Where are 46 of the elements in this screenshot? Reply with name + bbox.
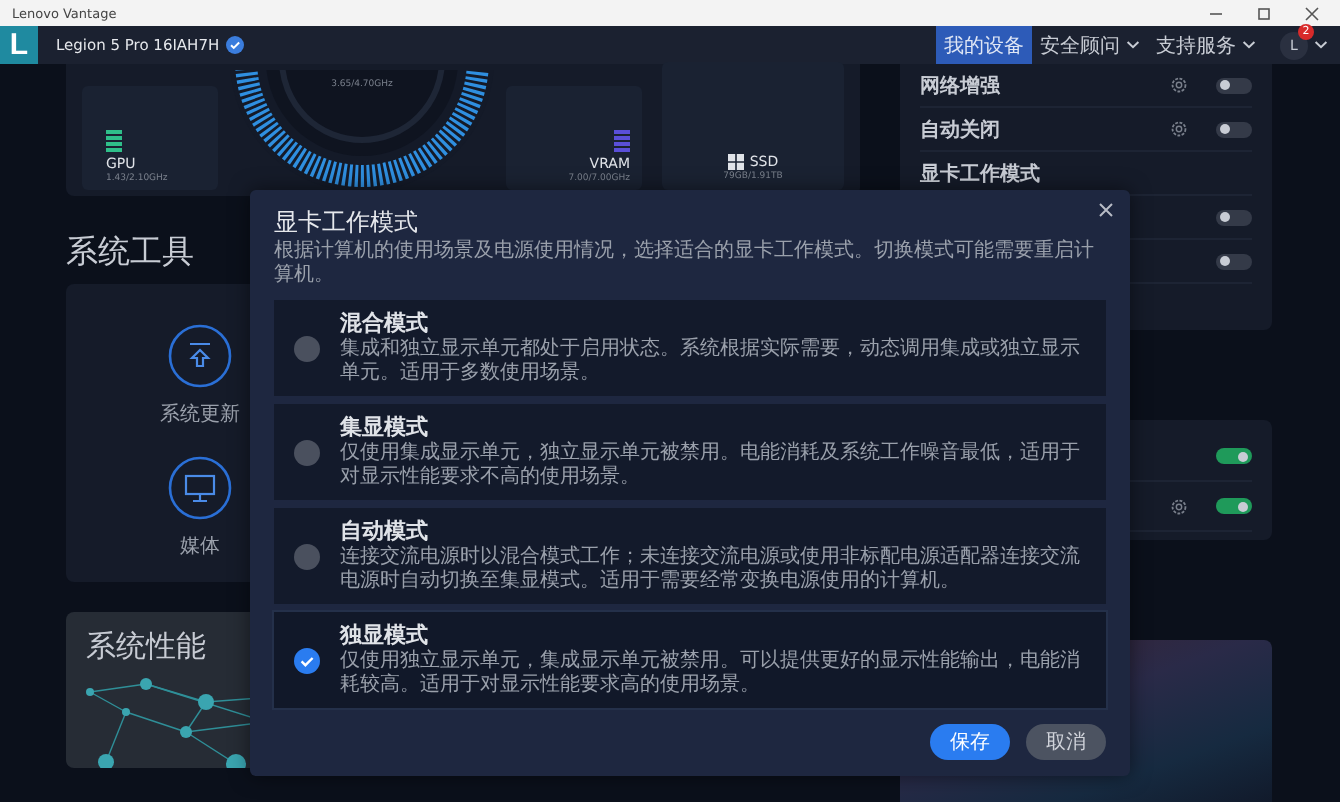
nav-tab[interactable]: 安全顾问 xyxy=(1032,26,1148,64)
settings-icon[interactable] xyxy=(1170,120,1188,138)
tool-label[interactable]: 媒体 xyxy=(180,532,220,560)
option-title: 集显模式 xyxy=(340,414,430,441)
settings-icon[interactable] xyxy=(1170,497,1188,515)
setting-label: 网络增强 xyxy=(920,73,1000,99)
toggle-switch[interactable] xyxy=(1216,498,1252,514)
save-button[interactable]: 保存 xyxy=(930,724,1010,760)
nav-tab[interactable]: 支持服务 xyxy=(1148,26,1264,64)
toggle-switch[interactable] xyxy=(1216,448,1252,464)
option-description: 仅使用独立显示单元，集成显示单元被禁用。可以提供更好的显示性能输出，电能消耗较高。适用于对显示性能要求高的使用场景。 xyxy=(340,650,1082,698)
maximize-icon[interactable] xyxy=(1256,5,1272,21)
option-description: 仅使用集成显示单元，独立显示单元被禁用。电能消耗及系统工作噪音最低，适用于对显示性能要求不高的使用场景。 xyxy=(340,442,1082,490)
toggle-switch[interactable] xyxy=(1216,121,1252,137)
option-title: 独显模式 xyxy=(340,622,430,649)
logo: L xyxy=(0,26,38,64)
nav-tab[interactable]: 我的设备 xyxy=(936,26,1032,64)
dialog-subtitle: 根据计算机的使用场景及电源使用情况，选择适合的显卡工作模式。切换模式可能需要重启计算机。 xyxy=(274,240,1096,288)
section-heading: 系统工具 xyxy=(66,232,194,272)
monitor-icon[interactable] xyxy=(168,456,232,520)
mode-option[interactable]: 混合模式 集成和独立显示单元都处于启用状态。系统根据实际需要，动态调用集成或独立显示单元。适用于多数使用场景。 xyxy=(274,300,1106,396)
chevron-down-icon xyxy=(1126,40,1140,50)
tool-label[interactable]: 系统更新 xyxy=(160,400,240,428)
option-title: 自动模式 xyxy=(340,518,430,545)
dialog-title: 显卡工作模式 xyxy=(274,206,420,238)
setting-label: 显卡工作模式 xyxy=(920,161,1040,187)
option-description: 连接交流电源时以混合模式工作；未连接交流电源或使用非标配电源适配器连接交流电源时自动切换至集显模式。适用于需要经常变换电源使用的计算机。 xyxy=(340,546,1082,594)
bar-meter-icon xyxy=(614,130,630,154)
option-description: 集成和独立显示单元都处于启用状态。系统根据实际需要，动态调用集成或独立显示单元。适用于多数使用场景。 xyxy=(340,338,1082,386)
mode-option[interactable]: 集显模式 仅使用集成显示单元，独立显示单元被禁用。电能消耗及系统工作噪音最低，适用于对显示性能要求不高的使用场景。 xyxy=(274,404,1106,500)
setting-label: 自动关闭 xyxy=(920,117,1000,143)
settings-icon[interactable] xyxy=(1170,76,1188,94)
section-heading: 系统性能 xyxy=(86,628,206,666)
toggle-switch[interactable] xyxy=(1216,77,1252,93)
chevron-down-icon[interactable] xyxy=(1314,40,1328,50)
option-title: 混合模式 xyxy=(340,310,430,337)
toggle-switch[interactable] xyxy=(1216,209,1252,225)
mode-option[interactable]: 独显模式 仅使用独立显示单元，集成显示单元被禁用。可以提供更好的显示性能输出，电能消耗较高。适用于对显示性能要求高的使用场景。 xyxy=(274,612,1106,708)
windows-icon xyxy=(727,154,744,170)
chevron-down-icon xyxy=(1242,40,1256,50)
bar-meter-icon xyxy=(106,130,122,154)
cancel-button[interactable]: 取消 xyxy=(1026,724,1106,760)
toggle-switch[interactable] xyxy=(1216,253,1252,269)
mode-option[interactable]: 自动模式 连接交流电源时以混合模式工作；未连接交流电源或使用非标配电源适配器连接交流电源时自动切换至集显模式。适用于需要经常变换电源使用的计算机。 xyxy=(274,508,1106,604)
close-icon[interactable] xyxy=(1098,202,1114,218)
close-icon[interactable] xyxy=(1304,5,1320,21)
